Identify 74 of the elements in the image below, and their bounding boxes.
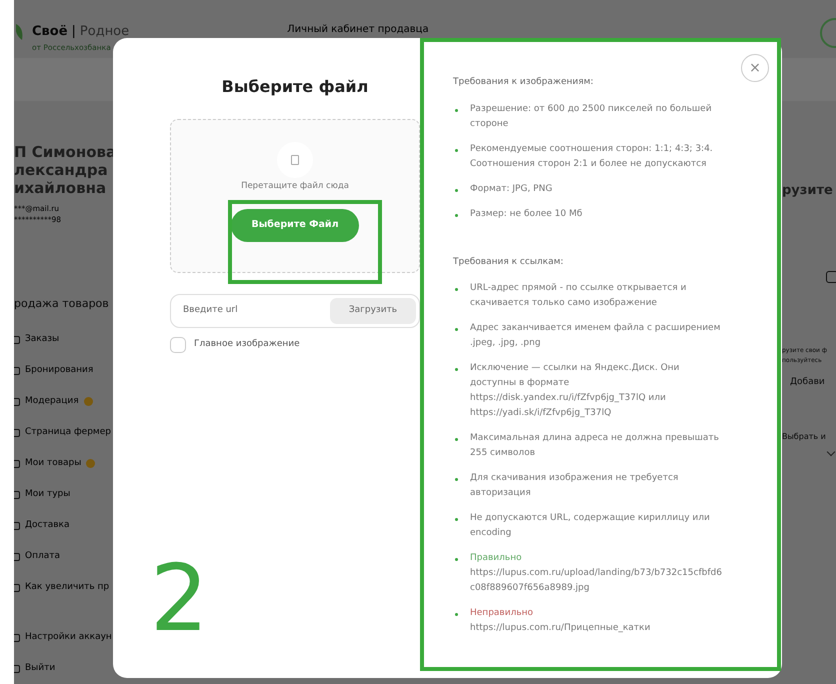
requirement-text: Адрес заканчивается именем файла с расширением .jpeg, .jpg, .png [470, 322, 722, 350]
photo-icon [826, 270, 836, 282]
requirements-heading: Требования к ссылкам: [453, 256, 564, 268]
requirement-text: Рекомендуемые соотношения сторон: 1:1; 4:3; 3:4. Соотношения сторон 2:1 и более не допускаются [470, 142, 714, 170]
requirement-text: Не допускаются URL, содержащие кириллицу или encoding [470, 512, 711, 540]
menu-item[interactable]: Настройки аккаун [25, 630, 112, 644]
bullet-icon [455, 613, 458, 616]
menu-icon [14, 664, 20, 672]
menu-icon [14, 552, 20, 560]
requirement-text: URL-адрес прямой - по ссылке открывается и скачивается только само изображение [470, 282, 688, 310]
bullet-icon [455, 214, 458, 216]
menu-item[interactable]: Заказы [25, 332, 60, 346]
menu-icon [14, 428, 20, 436]
menu-icon [14, 366, 20, 374]
requirement-text: Разрешение: от 600 до 2500 пикселей по большей стороне [470, 102, 713, 130]
menu-item[interactable]: Страница фермер [25, 426, 111, 440]
menu-icon [14, 460, 20, 468]
section-title: родажа товаров [14, 296, 110, 312]
requirement-text: Исключение — ссылки на Яндекс.Диск. Они доступны в формате https://disk.yandex.ru/i/fZfvp6jg_T37lQ или https://yadi.sk/i/fZfvp6jg_T37lQ [470, 362, 680, 420]
bullet-icon [455, 368, 458, 371]
bullet-icon [455, 438, 458, 441]
menu-icon [14, 336, 20, 344]
menu-icon [14, 398, 20, 406]
choose-file-button[interactable]: Выберите Файл [231, 208, 359, 242]
bullet-icon [455, 478, 458, 481]
menu-item[interactable]: Оплата [25, 550, 60, 564]
menu-item[interactable]: Выйти [25, 662, 56, 676]
modal-title: Выберите файл [220, 76, 370, 98]
file-icon [291, 155, 299, 165]
bullet-icon [455, 288, 458, 291]
menu-icon [14, 634, 20, 642]
menu-icon [14, 522, 20, 530]
checkbox[interactable] [170, 337, 186, 353]
profile-name: П Симонова [14, 143, 113, 161]
example-url: https://lupus.com.ru/upload/landing/b73/b732c15cfbfd6c08f889607f656a8989.jpg [470, 567, 723, 595]
bullet-icon [455, 328, 458, 331]
close-button[interactable]: × [741, 54, 769, 82]
select-label: Выбрать и [782, 431, 827, 443]
menu-item[interactable]: Мои товары [25, 456, 82, 470]
drop-hint: Перетащите файл сюда [241, 180, 349, 193]
incorrect-label: Неправильно [470, 607, 534, 620]
menu-item[interactable]: Бронирования [25, 364, 94, 378]
bullet-icon [455, 518, 458, 521]
example-url: https://lupus.com.ru/Прицепные_катки [470, 622, 650, 635]
logo-name: Родное [80, 23, 130, 41]
bullet-icon [455, 148, 458, 152]
menu-icon [14, 584, 20, 592]
upload-button[interactable]: Загрузить [330, 298, 416, 324]
bullet-icon [455, 558, 458, 561]
requirement-text: Максимальная длина адреса не должна превышать 255 символов [470, 432, 720, 460]
profile-name: ихайловна [14, 179, 108, 197]
logo-brand: Своё [32, 23, 68, 41]
menu-item[interactable]: Модерация [25, 394, 79, 408]
url-field[interactable]: Введите url Загрузить [170, 294, 420, 328]
correct-label: Правильно [470, 552, 523, 565]
requirement-text: Размер: не более 10 Мб [470, 208, 582, 220]
menu-item[interactable]: Доставка [25, 518, 70, 532]
menu-item[interactable]: Мои туры [25, 488, 70, 502]
requirement-text: Формат: JPG, PNG [470, 182, 552, 196]
annotation-number: 2 [150, 553, 210, 645]
checkbox-label: Главное изображение [194, 338, 300, 352]
header-title: Личный кабинет продавца [287, 23, 429, 37]
bullet-icon [455, 108, 458, 112]
logo-separator: | [72, 23, 76, 41]
requirements-heading: Требования к изображениям: [453, 76, 594, 89]
bullet-icon [455, 188, 458, 192]
leaf-icon [16, 22, 24, 40]
menu-item[interactable]: Как увеличить пр [25, 580, 110, 594]
requirement-text: Для скачивания изображения не требуется авторизация [470, 472, 680, 500]
section-heading: рузите [782, 182, 834, 200]
add-button[interactable]: Добави [790, 376, 836, 389]
menu-icon [14, 490, 20, 498]
drop-zone[interactable]: Перетащите файл сюда Выберите Файл [170, 119, 420, 273]
profile-name: лександра [14, 161, 109, 179]
